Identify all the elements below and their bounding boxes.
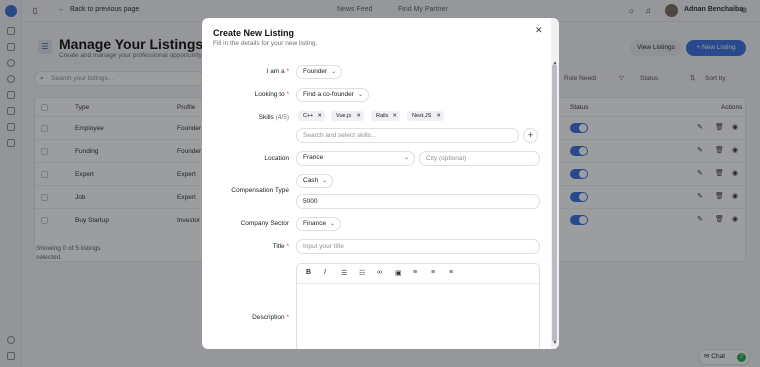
looking-to-select[interactable]: Find a co-founder ⌄ bbox=[296, 88, 369, 102]
link-icon[interactable]: ∞ bbox=[377, 269, 382, 276]
editor-toolbar: B I ☰ ☷ ∞ ▣ ≡ ≡ ≡ bbox=[297, 264, 539, 284]
city-input[interactable]: City (optional) bbox=[419, 151, 540, 166]
company-sector-select[interactable]: Finance ⌄ bbox=[296, 217, 341, 231]
skill-chip: Nest.JS ✕ bbox=[407, 111, 444, 121]
close-icon[interactable]: ✕ bbox=[535, 25, 543, 36]
chevron-down-icon: ⌄ bbox=[330, 69, 336, 75]
modal-title: Create New Listing bbox=[213, 28, 295, 38]
looking-to-label: Looking to * bbox=[254, 91, 289, 98]
remove-chip-icon[interactable]: ✕ bbox=[392, 111, 397, 121]
align-right-icon[interactable]: ≡ bbox=[449, 269, 453, 276]
remove-chip-icon[interactable]: ✕ bbox=[356, 111, 361, 121]
chevron-down-icon: ⌄ bbox=[403, 155, 409, 161]
skill-chip: C++ ✕ bbox=[298, 111, 325, 121]
remove-chip-icon[interactable]: ✕ bbox=[317, 111, 322, 121]
app: ▯ ← Back to previous page News Feed Find … bbox=[0, 0, 760, 367]
bold-icon[interactable]: B bbox=[306, 269, 311, 276]
title-label: Title * bbox=[272, 243, 289, 250]
compensation-amount-input[interactable]: 5000 bbox=[296, 194, 540, 209]
add-skill-button[interactable]: + bbox=[523, 128, 538, 143]
chevron-down-icon: ⌄ bbox=[321, 178, 327, 184]
title-input[interactable]: Input your title bbox=[296, 239, 540, 254]
remove-chip-icon[interactable]: ✕ bbox=[436, 111, 441, 121]
location-label: Location bbox=[264, 155, 289, 162]
scroll-up-icon[interactable]: ▲ bbox=[551, 60, 559, 66]
align-center-icon[interactable]: ≡ bbox=[431, 269, 435, 276]
location-select[interactable]: France ⌄ bbox=[296, 151, 415, 166]
scroll-down-icon[interactable]: ▼ bbox=[551, 340, 559, 346]
image-icon[interactable]: ▣ bbox=[395, 269, 402, 277]
modal-subtitle: Fill in the details for your new listing… bbox=[213, 40, 318, 47]
i-am-select[interactable]: Founder ⌄ bbox=[296, 65, 342, 79]
bullet-list-icon[interactable]: ☰ bbox=[341, 269, 347, 277]
numbered-list-icon[interactable]: ☷ bbox=[359, 269, 365, 277]
scrollbar-thumb[interactable] bbox=[552, 64, 557, 342]
skill-chip: Vue.js ✕ bbox=[331, 111, 364, 121]
italic-icon[interactable]: I bbox=[324, 269, 326, 276]
chevron-down-icon: ⌄ bbox=[357, 92, 363, 98]
skills-search-input[interactable]: Search and select skills... bbox=[296, 128, 519, 143]
description-editor[interactable]: B I ☰ ☷ ∞ ▣ ≡ ≡ ≡ bbox=[296, 263, 540, 349]
company-sector-label: Company Sector bbox=[240, 220, 289, 227]
description-label: Description * bbox=[252, 314, 289, 321]
create-listing-modal: Create New Listing Fill in the details f… bbox=[202, 18, 559, 349]
skill-chip: Rails ✕ bbox=[371, 111, 400, 121]
skills-label: Skills (4/5) bbox=[258, 114, 289, 121]
align-left-icon[interactable]: ≡ bbox=[413, 269, 417, 276]
compensation-type-label: Compensation Type bbox=[231, 187, 289, 194]
i-am-label: I am a * bbox=[266, 68, 289, 75]
compensation-type-select[interactable]: Cash ⌄ bbox=[296, 174, 333, 188]
chevron-down-icon: ⌄ bbox=[329, 221, 335, 227]
